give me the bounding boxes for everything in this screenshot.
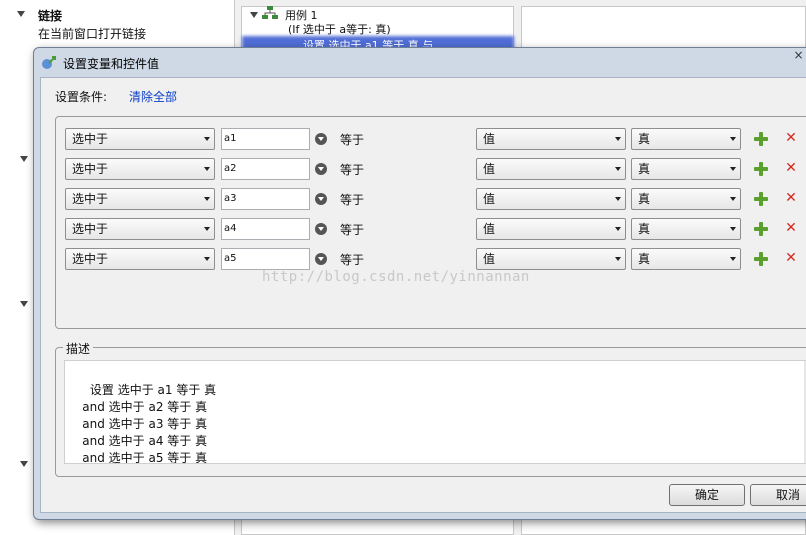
dropdown-arrow-icon bbox=[204, 197, 210, 201]
value-type-select[interactable]: 值 bbox=[476, 128, 626, 150]
condition-kind-value: 选中于 bbox=[72, 252, 109, 266]
condition-row: 选中于 a3 等于 值 真 ✕ bbox=[56, 188, 806, 212]
value-type-select[interactable]: 值 bbox=[476, 218, 626, 240]
condition-row: 选中于 a2 等于 值 真 ✕ bbox=[56, 158, 806, 182]
value-select[interactable]: 真 bbox=[631, 188, 741, 210]
target-picker-icon[interactable] bbox=[315, 223, 327, 235]
delete-row-icon[interactable]: ✕ bbox=[783, 250, 799, 266]
description-textbox[interactable]: 设置 选中于 a1 等于 真 and 选中于 a2 等于 真 and 选中于 a… bbox=[64, 360, 806, 464]
add-row-icon[interactable] bbox=[754, 132, 768, 146]
target-picker-icon[interactable] bbox=[315, 193, 327, 205]
tree-title: 链接 bbox=[38, 9, 63, 23]
dialog-title: 设置变量和控件值 bbox=[63, 57, 160, 71]
description-text: 设置 选中于 a1 等于 真 and 选中于 a2 等于 真 and 选中于 a… bbox=[82, 383, 217, 464]
tree-expand-icon[interactable] bbox=[20, 301, 28, 307]
case-condition: (If 选中于 a等于: 真) bbox=[288, 23, 391, 36]
operator-label: 等于 bbox=[340, 133, 365, 147]
value-value: 真 bbox=[638, 252, 651, 266]
dropdown-arrow-icon bbox=[615, 257, 621, 261]
dropdown-arrow-icon bbox=[730, 167, 736, 171]
clear-all-link[interactable]: 清除全部 bbox=[129, 88, 177, 105]
target-picker-icon[interactable] bbox=[315, 163, 327, 175]
value-value: 真 bbox=[638, 192, 651, 206]
delete-row-icon[interactable]: ✕ bbox=[783, 160, 799, 176]
condition-kind-select[interactable]: 选中于 bbox=[65, 248, 215, 270]
target-input[interactable]: a1 bbox=[221, 128, 310, 150]
condition-list: 选中于 a1 等于 值 真 ✕ 选中于 a2 等于 值 真 ✕ 选中于 a3 等… bbox=[55, 116, 806, 329]
delete-row-icon[interactable]: ✕ bbox=[783, 190, 799, 206]
cancel-button[interactable]: 取消 bbox=[750, 484, 806, 506]
close-icon[interactable]: × bbox=[791, 48, 806, 63]
ok-button[interactable]: 确定 bbox=[669, 484, 745, 506]
operator-label: 等于 bbox=[340, 223, 365, 237]
value-value: 真 bbox=[638, 132, 651, 146]
operator-label: 等于 bbox=[340, 193, 365, 207]
condition-row: 选中于 a4 等于 值 真 ✕ bbox=[56, 218, 806, 242]
dropdown-arrow-icon bbox=[615, 167, 621, 171]
tree-expand-icon[interactable] bbox=[20, 156, 28, 162]
value-select[interactable]: 真 bbox=[631, 128, 741, 150]
tree-expand-icon[interactable] bbox=[17, 11, 25, 17]
dropdown-arrow-icon bbox=[615, 227, 621, 231]
dropdown-arrow-icon bbox=[730, 227, 736, 231]
add-row-icon[interactable] bbox=[754, 252, 768, 266]
dropdown-arrow-icon bbox=[730, 137, 736, 141]
dropdown-arrow-icon bbox=[730, 197, 736, 201]
target-picker-icon[interactable] bbox=[315, 253, 327, 265]
value-select[interactable]: 真 bbox=[631, 158, 741, 180]
condition-kind-select[interactable]: 选中于 bbox=[65, 158, 215, 180]
condition-kind-select[interactable]: 选中于 bbox=[65, 218, 215, 240]
dropdown-arrow-icon bbox=[204, 137, 210, 141]
dialog-client-area: 设置条件: 清除全部 选中于 a1 等于 值 真 ✕ 选中于 a2 等于 值 真 bbox=[40, 77, 806, 513]
value-select[interactable]: 真 bbox=[631, 218, 741, 240]
condition-kind-select[interactable]: 选中于 bbox=[65, 128, 215, 150]
description-label: 描述 bbox=[63, 340, 94, 357]
watermark: http://blog.csdn.net/yinnannan bbox=[262, 269, 530, 285]
value-value: 真 bbox=[638, 222, 651, 236]
add-row-icon[interactable] bbox=[754, 162, 768, 176]
dialog-titlebar[interactable]: 设置变量和控件值 bbox=[34, 48, 806, 76]
value-type-select[interactable]: 值 bbox=[476, 248, 626, 270]
value-type-value: 值 bbox=[483, 192, 496, 206]
target-input[interactable]: a2 bbox=[221, 158, 310, 180]
dropdown-arrow-icon bbox=[204, 257, 210, 261]
value-type-value: 值 bbox=[483, 252, 496, 266]
condition-kind-value: 选中于 bbox=[72, 132, 109, 146]
dropdown-arrow-icon bbox=[730, 257, 736, 261]
value-type-select[interactable]: 值 bbox=[476, 188, 626, 210]
tree-expand-icon[interactable] bbox=[20, 461, 28, 467]
dropdown-arrow-icon bbox=[204, 167, 210, 171]
delete-row-icon[interactable]: ✕ bbox=[783, 220, 799, 236]
case-tree-icon bbox=[262, 6, 278, 19]
operator-label: 等于 bbox=[340, 163, 365, 177]
operator-label: 等于 bbox=[340, 253, 365, 267]
delete-row-icon[interactable]: ✕ bbox=[783, 130, 799, 146]
value-type-select[interactable]: 值 bbox=[476, 158, 626, 180]
value-select[interactable]: 真 bbox=[631, 248, 741, 270]
add-row-icon[interactable] bbox=[754, 222, 768, 236]
value-type-value: 值 bbox=[483, 162, 496, 176]
add-row-icon[interactable] bbox=[754, 192, 768, 206]
value-type-value: 值 bbox=[483, 222, 496, 236]
condition-kind-value: 选中于 bbox=[72, 222, 109, 236]
value-value: 真 bbox=[638, 162, 651, 176]
condition-kind-select[interactable]: 选中于 bbox=[65, 188, 215, 210]
case-expand-icon[interactable] bbox=[250, 12, 258, 18]
value-type-value: 值 bbox=[483, 132, 496, 146]
condition-label: 设置条件: bbox=[55, 90, 108, 104]
target-input[interactable]: a4 bbox=[221, 218, 310, 240]
target-input[interactable]: a3 bbox=[221, 188, 310, 210]
condition-kind-value: 选中于 bbox=[72, 162, 109, 176]
dropdown-arrow-icon bbox=[615, 197, 621, 201]
target-picker-icon[interactable] bbox=[315, 133, 327, 145]
target-input[interactable]: a5 bbox=[221, 248, 310, 270]
dropdown-arrow-icon bbox=[615, 137, 621, 141]
condition-kind-value: 选中于 bbox=[72, 192, 109, 206]
condition-row: 选中于 a1 等于 值 真 ✕ bbox=[56, 128, 806, 152]
dialog-app-icon bbox=[42, 56, 56, 69]
dropdown-arrow-icon bbox=[204, 227, 210, 231]
tree-item-open-link[interactable]: 在当前窗口打开链接 bbox=[38, 25, 146, 42]
